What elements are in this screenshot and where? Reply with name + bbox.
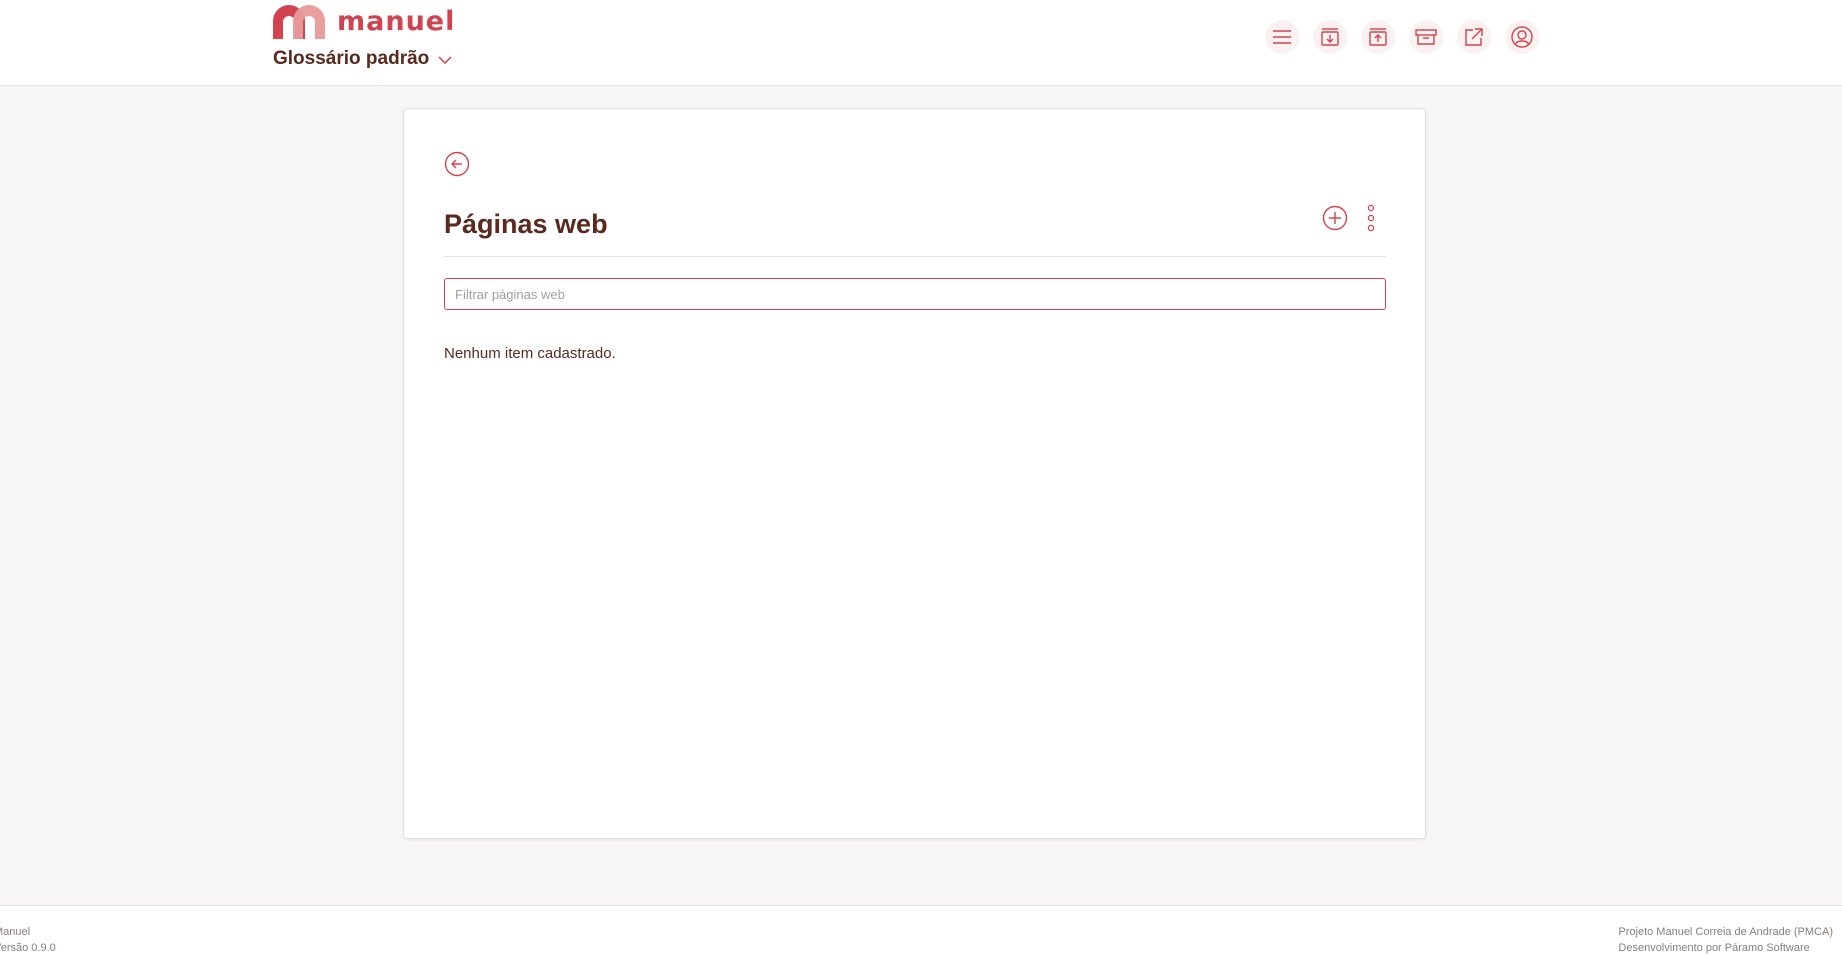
export-button[interactable] <box>1361 20 1395 54</box>
title-divider <box>444 256 1386 257</box>
app-version: Versão 0.9.0 <box>0 942 56 954</box>
project-credit: Projeto Manuel Correia de Andrade (PMCA) <box>1618 926 1833 938</box>
glossary-label: Glossário padrão <box>273 48 430 69</box>
empty-state-message: Nenhum item cadastrado. <box>444 345 616 362</box>
menu-icon <box>1273 30 1291 44</box>
header-toolbar <box>1265 20 1553 54</box>
app-name: Manuel <box>0 926 31 938</box>
logo-wordmark: manuel <box>337 6 456 37</box>
archive-icon <box>1415 29 1437 45</box>
add-page-button[interactable] <box>1322 205 1348 231</box>
content-card: Páginas web Nenhum item cadastrado. <box>403 108 1426 839</box>
import-button[interactable] <box>1313 20 1347 54</box>
manuel-logo-icon <box>273 5 325 39</box>
brand-logo[interactable]: manuel <box>273 5 455 39</box>
back-button[interactable] <box>444 151 470 177</box>
top-header: manuel Glossário padrão <box>0 0 1842 86</box>
account-button[interactable] <box>1505 20 1539 54</box>
external-link-icon <box>1465 28 1483 46</box>
chevron-down-icon <box>438 56 452 65</box>
more-vertical-icon <box>1367 204 1375 232</box>
arrow-left-circle-icon <box>444 151 470 177</box>
open-external-button[interactable] <box>1457 20 1491 54</box>
page-footer: Manuel Versão 0.9.0 Projeto Manuel Corre… <box>0 905 1842 956</box>
upload-box-icon <box>1369 28 1387 46</box>
app-info: Manuel Versão 0.9.0 <box>0 924 56 956</box>
filter-input[interactable] <box>444 278 1386 310</box>
more-options-button[interactable] <box>1364 203 1378 233</box>
archive-button[interactable] <box>1409 20 1443 54</box>
developer-credit: Desenvolvimento por Páramo Software <box>1618 942 1810 954</box>
user-circle-icon <box>1511 26 1533 48</box>
download-box-icon <box>1321 28 1339 46</box>
page-title: Páginas web <box>444 209 608 239</box>
menu-button[interactable] <box>1265 20 1299 54</box>
plus-circle-icon <box>1322 205 1348 231</box>
glossary-selector[interactable]: Glossário padrão <box>273 48 452 70</box>
credits: Projeto Manuel Correia de Andrade (PMCA)… <box>1618 924 1833 956</box>
